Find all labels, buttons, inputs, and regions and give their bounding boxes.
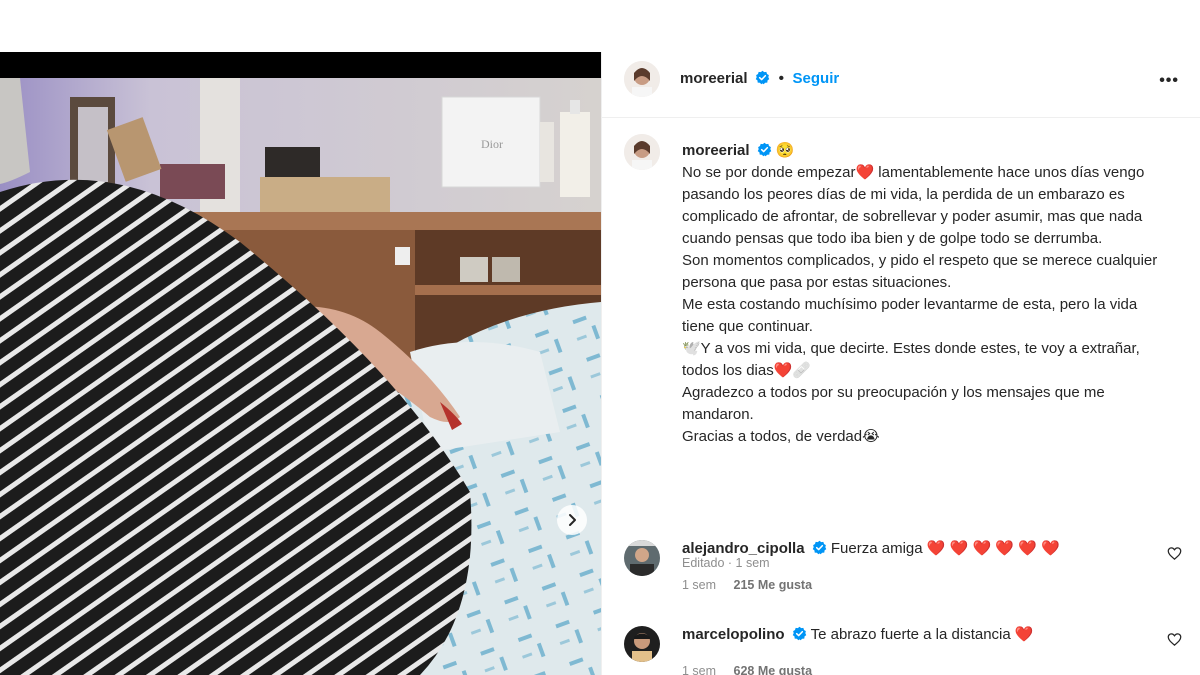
caption-line-4: 🕊️Y a vos mi vida, que decirte. Estes do…: [682, 340, 1140, 379]
comment-time[interactable]: 1 sem: [682, 578, 716, 592]
verified-badge-icon: [792, 626, 806, 641]
caption-username[interactable]: moreerial: [682, 142, 750, 159]
caption-line-5: Agradezco a todos por su preocupación y …: [682, 384, 1105, 423]
comment-time[interactable]: 1 sem: [682, 664, 716, 675]
heart-outline-icon: [1167, 633, 1182, 646]
photo-illustration: Dior: [0, 52, 601, 675]
author-avatar-image: [624, 61, 660, 97]
header-separator: •: [778, 70, 785, 87]
comment-avatar-image: [624, 540, 660, 576]
caption-line-3: Me esta costando muchísimo poder levanta…: [682, 296, 1138, 335]
verified-badge-icon: [757, 142, 771, 157]
post-header: moreerial • Seguir •••: [602, 52, 1200, 118]
comment-avatar[interactable]: [624, 540, 660, 576]
comment-avatar-image: [624, 626, 660, 662]
author-avatar[interactable]: [624, 61, 660, 97]
caption-avatar[interactable]: [624, 134, 660, 170]
header-username[interactable]: moreerial: [680, 70, 748, 87]
like-comment-button[interactable]: [1167, 632, 1182, 652]
verified-badge-icon: [755, 70, 770, 85]
comment-username[interactable]: marcelopolino: [682, 626, 785, 643]
post-photo[interactable]: Dior: [0, 52, 601, 675]
comment-body: alejandro_cipolla Fuerza amiga ❤️ ❤️ ❤️ …: [682, 538, 1152, 560]
next-photo-button[interactable]: [557, 505, 587, 535]
comment-avatar[interactable]: [624, 626, 660, 662]
svg-text:Dior: Dior: [481, 137, 503, 151]
comment-meta: 1 sem 215 Me gusta: [682, 578, 812, 592]
chevron-right-icon: [569, 514, 576, 526]
comment-body: marcelopolino Te abrazo fuerte a la dist…: [682, 624, 1152, 646]
like-comment-button[interactable]: [1167, 546, 1182, 566]
caption-line-1: No se por donde empezar❤️ lamentablement…: [682, 164, 1145, 247]
caption-emoji: 🥺: [775, 142, 795, 159]
comment-username[interactable]: alejandro_cipolla: [682, 540, 805, 557]
caption-line-2: Son momentos complicados, y pido el resp…: [682, 252, 1158, 291]
header-user-line: moreerial • Seguir: [680, 70, 839, 88]
comment-text: Te abrazo fuerte a la distancia ❤️: [810, 626, 1034, 643]
caption-avatar-image: [624, 134, 660, 170]
comment-text: Fuerza amiga ❤️ ❤️ ❤️ ❤️ ❤️ ❤️: [830, 540, 1060, 557]
caption-line-6: Gracias a todos, de verdad😭: [682, 428, 880, 445]
more-options-icon[interactable]: •••: [1159, 72, 1179, 90]
post-panel: moreerial • Seguir ••• moreerial 🥺 No se…: [601, 52, 1200, 675]
top-band: [0, 0, 1200, 52]
caption-text: moreerial 🥺 No se por donde empezar❤️ la…: [682, 140, 1162, 448]
follow-button[interactable]: Seguir: [793, 70, 840, 87]
comment-likes[interactable]: 628 Me gusta: [734, 664, 813, 675]
comment-meta: 1 sem 628 Me gusta: [682, 664, 812, 675]
heart-outline-icon: [1167, 547, 1182, 560]
comment-likes[interactable]: 215 Me gusta: [734, 578, 813, 592]
verified-badge-icon: [812, 540, 826, 555]
